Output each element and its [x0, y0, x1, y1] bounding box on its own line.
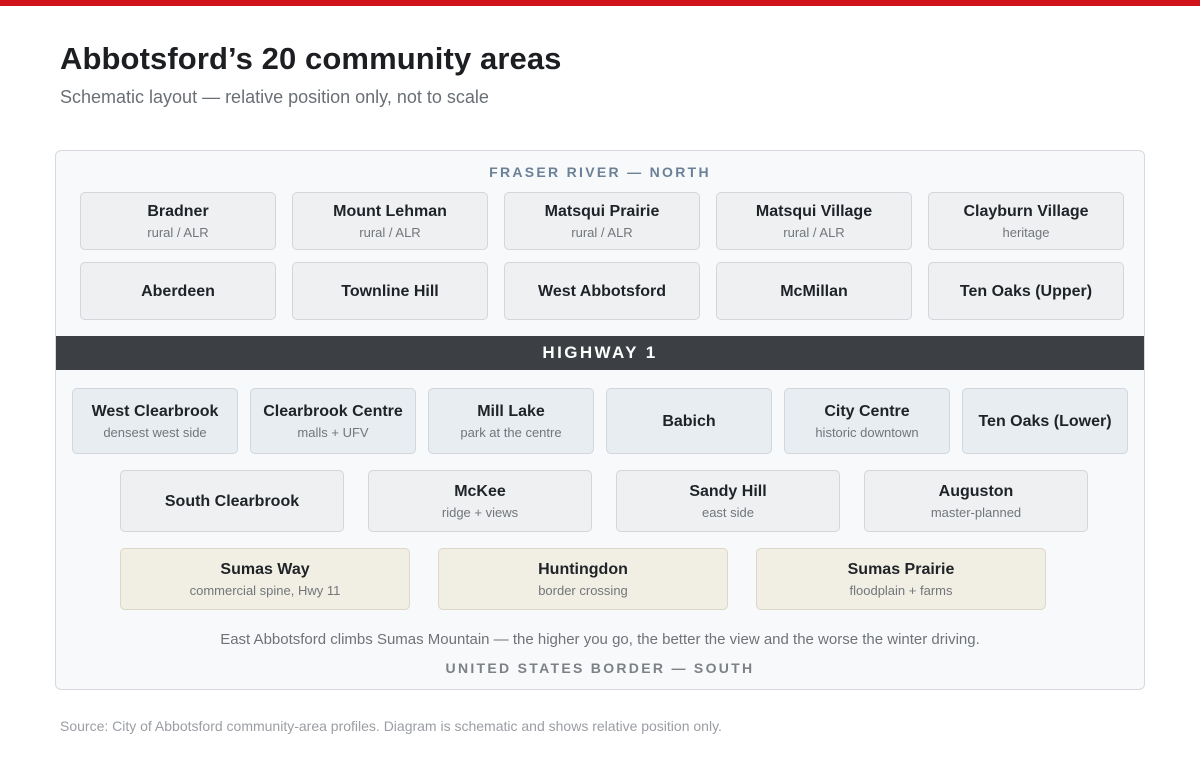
area-name: South Clearbrook: [164, 492, 300, 510]
area-description: malls + UFV: [297, 424, 369, 440]
area-tile: Sumas Prairie floodplain + farms: [756, 548, 1046, 610]
south-boundary-label: UNITED STATES BORDER — SOUTH: [445, 660, 755, 676]
area-tile: Ten Oaks (Lower): [962, 388, 1128, 454]
area-tile: Clearbrook Centre malls + UFV: [250, 388, 416, 454]
area-name: Babich: [662, 412, 716, 430]
area-description: commercial spine, Hwy 11: [189, 582, 341, 598]
area-name: Huntingdon: [538, 560, 628, 578]
area-name: Aberdeen: [141, 282, 215, 300]
area-tile: Mill Lake park at the centre: [428, 388, 594, 454]
area-description: park at the centre: [460, 424, 562, 440]
area-tile: City Centre historic downtown: [784, 388, 950, 454]
area-name: Sandy Hill: [689, 482, 767, 500]
area-tile: West Abbotsford: [504, 262, 700, 320]
area-tile: Matsqui Prairie rural / ALR: [504, 192, 700, 250]
area-tile: South Clearbrook: [120, 470, 344, 532]
area-description: rural / ALR: [147, 224, 209, 240]
area-description: historic downtown: [815, 424, 919, 440]
area-tile: Clayburn Village heritage: [928, 192, 1124, 250]
area-tile: Bradner rural / ALR: [80, 192, 276, 250]
area-name: Mount Lehman: [333, 202, 447, 220]
area-name: Mill Lake: [477, 402, 545, 420]
area-tile: Sandy Hill east side: [616, 470, 840, 532]
area-name: Matsqui Village: [755, 202, 873, 220]
page-subtitle: Schematic layout — relative position onl…: [60, 87, 489, 107]
area-name: McMillan: [780, 282, 848, 300]
footnote-east: East Abbotsford climbs Sumas Mountain — …: [220, 631, 980, 648]
area-tile: McKee ridge + views: [368, 470, 592, 532]
area-tile: Ten Oaks (Upper): [928, 262, 1124, 320]
area-tile: Sumas Way commercial spine, Hwy 11: [120, 548, 410, 610]
area-name: Bradner: [147, 202, 209, 220]
area-name: West Clearbrook: [91, 402, 219, 420]
highway-1-band: HIGHWAY 1: [56, 336, 1144, 370]
area-tile: Matsqui Village rural / ALR: [716, 192, 912, 250]
area-name: Ten Oaks (Lower): [978, 412, 1112, 430]
area-name: Matsqui Prairie: [544, 202, 660, 220]
area-name: Clearbrook Centre: [263, 402, 403, 420]
source-note: Source: City of Abbotsford community-are…: [60, 718, 722, 734]
area-tile: Mount Lehman rural / ALR: [292, 192, 488, 250]
area-name: City Centre: [824, 402, 910, 420]
area-description: rural / ALR: [571, 224, 633, 240]
area-tile: Aberdeen: [80, 262, 276, 320]
area-tile: Townline Hill: [292, 262, 488, 320]
highway-label: HIGHWAY 1: [542, 343, 658, 362]
area-description: rural / ALR: [359, 224, 421, 240]
area-name: West Abbotsford: [538, 282, 666, 300]
area-name: Auguston: [938, 482, 1014, 500]
area-description: ridge + views: [441, 504, 519, 520]
page-title: Abbotsford’s 20 community areas: [60, 41, 562, 76]
area-tile: West Clearbrook densest west side: [72, 388, 238, 454]
area-description: densest west side: [103, 424, 207, 440]
area-name: McKee: [454, 482, 506, 500]
area-description: rural / ALR: [783, 224, 845, 240]
area-description: heritage: [1002, 224, 1050, 240]
area-tile: Auguston master-planned: [864, 470, 1088, 532]
area-name: Ten Oaks (Upper): [959, 282, 1093, 300]
area-name: Clayburn Village: [963, 202, 1089, 220]
area-description: floodplain + farms: [849, 582, 953, 598]
area-name: Townline Hill: [341, 282, 439, 300]
area-tile: Huntingdon border crossing: [438, 548, 728, 610]
area-description: master-planned: [930, 504, 1022, 520]
area-tile: Babich: [606, 388, 772, 454]
accent-bar: [0, 0, 1200, 6]
area-tile: McMillan: [716, 262, 912, 320]
area-name: Sumas Way: [220, 560, 310, 578]
area-description: border crossing: [538, 582, 628, 598]
north-boundary-label: FRASER RIVER — NORTH: [489, 164, 711, 180]
area-name: Sumas Prairie: [847, 560, 955, 578]
area-description: east side: [701, 504, 755, 520]
map-frame: FRASER RIVER — NORTH HIGHWAY 1 East Abbo…: [55, 150, 1145, 690]
